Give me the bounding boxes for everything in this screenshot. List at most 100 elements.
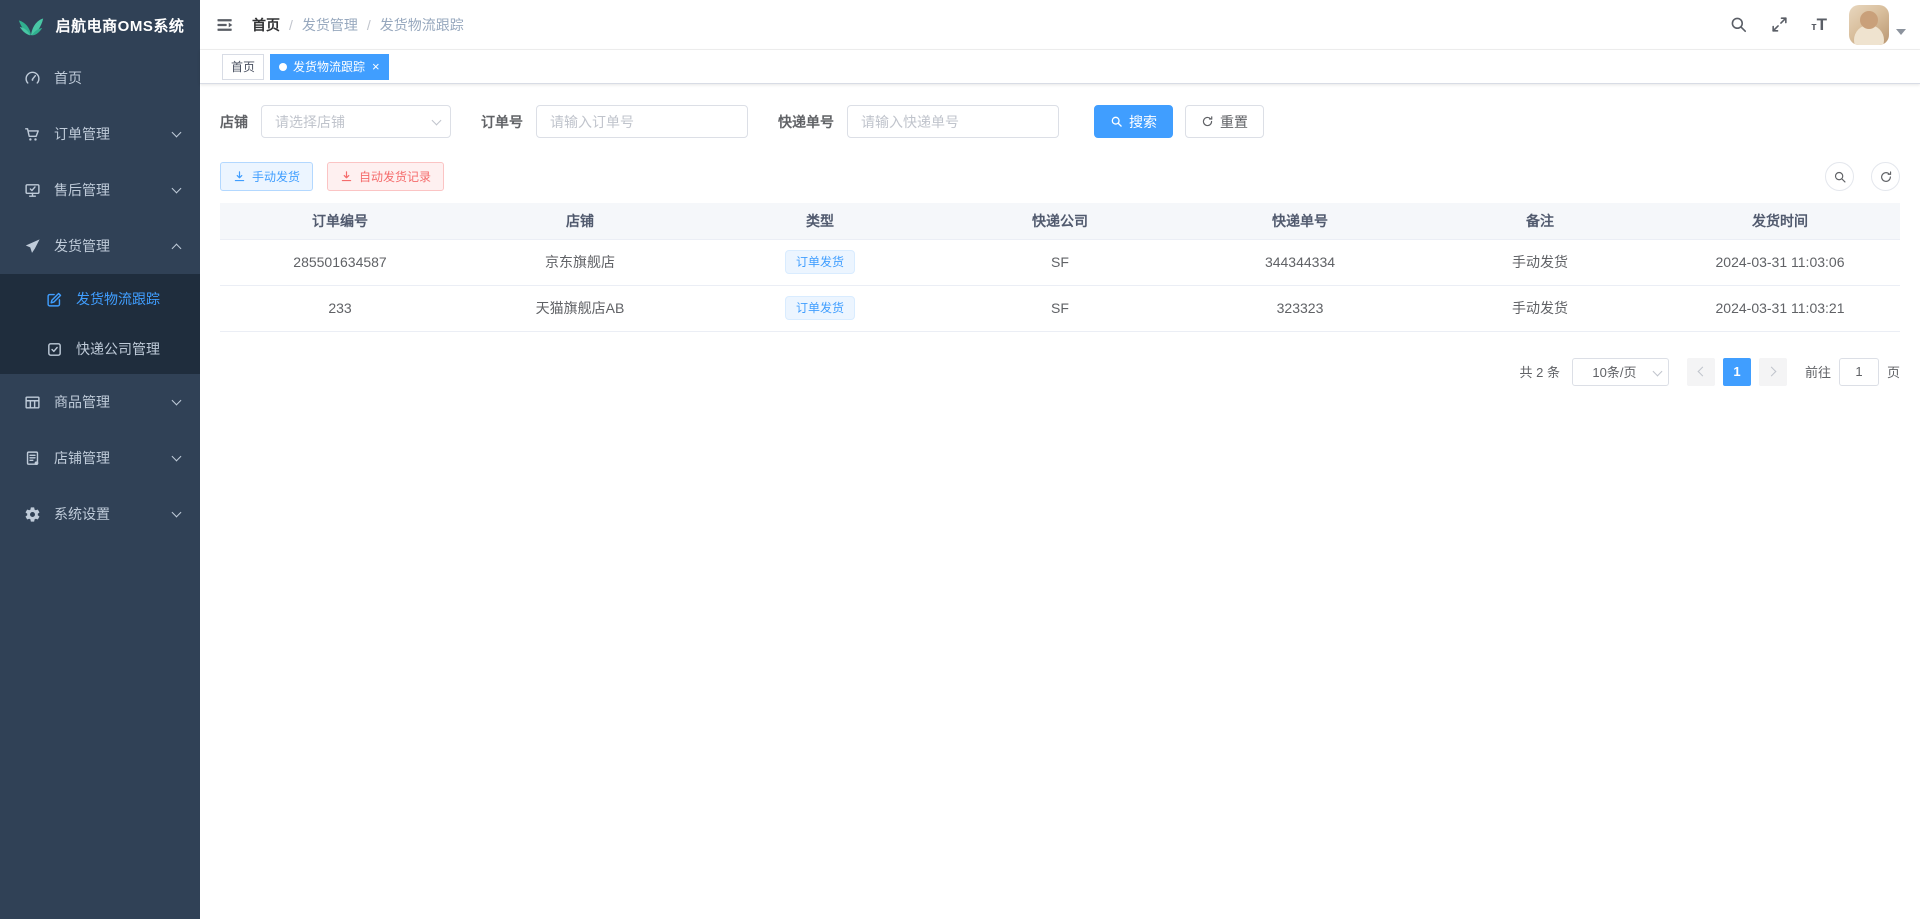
- next-page-button[interactable]: [1759, 358, 1787, 386]
- sidebar-item-courier-company-management[interactable]: 快递公司管理: [0, 324, 200, 374]
- auto-ship-record-button[interactable]: 自动发货记录: [327, 162, 444, 191]
- page-number-1[interactable]: 1: [1723, 358, 1751, 386]
- tag-shipping-logistics-tracking[interactable]: 发货物流跟踪 ×: [270, 54, 389, 80]
- download-icon: [340, 170, 353, 183]
- close-icon[interactable]: ×: [372, 60, 380, 73]
- search-button-label: 搜索: [1129, 112, 1157, 132]
- cell-tracking-no: 344344334: [1180, 239, 1420, 285]
- cell-courier: SF: [940, 285, 1180, 331]
- filter-item-order-no: 订单号: [481, 105, 748, 138]
- chevron-up-icon: [172, 243, 182, 253]
- search-icon[interactable]: [1729, 15, 1748, 34]
- goto-page-input[interactable]: [1839, 358, 1879, 386]
- sidebar-item-shipping[interactable]: 发货管理: [0, 218, 200, 274]
- refresh-icon: [1879, 170, 1893, 184]
- sidebar-item-label: 快递公司管理: [76, 339, 160, 359]
- font-size-icon[interactable]: тT: [1811, 16, 1827, 33]
- sidebar-item-label: 发货物流跟踪: [76, 289, 160, 309]
- breadcrumb-shipping: 发货管理: [302, 15, 358, 35]
- sidebar-item-stores[interactable]: 店铺管理: [0, 430, 200, 486]
- filter-form: 店铺 订单号 快递单号 搜索: [220, 105, 1900, 138]
- manual-ship-button[interactable]: 手动发货: [220, 162, 313, 191]
- breadcrumb-home[interactable]: 首页: [252, 15, 280, 35]
- refresh-icon: [1201, 115, 1214, 128]
- tracking-no-label: 快递单号: [778, 112, 834, 132]
- sidebar-item-aftersale[interactable]: 售后管理: [0, 162, 200, 218]
- main-area: 首页 / 发货管理 / 发货物流跟踪 тT 首页: [200, 0, 1920, 919]
- refresh-table-button[interactable]: [1871, 162, 1900, 191]
- table-row[interactable]: 233 天猫旗舰店AB 订单发货 SF 323323 手动发货 2024-03-…: [220, 285, 1900, 331]
- cell-remark: 手动发货: [1420, 285, 1660, 331]
- sidebar-item-settings[interactable]: 系统设置: [0, 486, 200, 542]
- fullscreen-icon[interactable]: [1770, 15, 1789, 34]
- cell-ship-time: 2024-03-31 11:03:06: [1660, 239, 1900, 285]
- download-icon: [233, 170, 246, 183]
- chevron-left-icon: [1698, 367, 1708, 377]
- chevron-down-icon: [172, 396, 182, 406]
- tags-view-bar: 首页 发货物流跟踪 ×: [200, 50, 1920, 84]
- top-navbar: 首页 / 发货管理 / 发货物流跟踪 тT: [200, 0, 1920, 50]
- sidebar: 启航电商OMS系统 首页 订单管理 售后管理 发货: [0, 0, 200, 919]
- pagination-jumper: 前往 页: [1805, 358, 1900, 386]
- cell-order-no: 233: [220, 285, 460, 331]
- shop-icon: [24, 450, 41, 467]
- col-courier: 快递公司: [940, 203, 1180, 239]
- aftersale-icon: [24, 182, 41, 199]
- sidebar-fold-icon[interactable]: [215, 15, 235, 35]
- avatar[interactable]: [1849, 5, 1889, 45]
- sidebar-item-label: 订单管理: [54, 124, 110, 144]
- tag-home[interactable]: 首页: [222, 54, 264, 80]
- search-button[interactable]: 搜索: [1094, 105, 1173, 138]
- col-ship-time: 发货时间: [1660, 203, 1900, 239]
- page-size-select[interactable]: 10条/页: [1572, 358, 1669, 386]
- shop-select-input[interactable]: [261, 105, 451, 138]
- col-order-no: 订单编号: [220, 203, 460, 239]
- table-header-row: 订单编号 店铺 类型 快递公司 快递单号 备注 发货时间: [220, 203, 1900, 239]
- goto-label: 前往: [1805, 362, 1831, 381]
- prev-page-button[interactable]: [1687, 358, 1715, 386]
- sprout-logo-icon: [16, 12, 46, 38]
- dashboard-icon: [24, 70, 41, 87]
- cell-remark: 手动发货: [1420, 239, 1660, 285]
- sidebar-item-label: 商品管理: [54, 392, 110, 412]
- cell-courier: SF: [940, 239, 1180, 285]
- breadcrumb-current: 发货物流跟踪: [380, 15, 464, 35]
- order-no-label: 订单号: [481, 112, 523, 132]
- cell-ship-time: 2024-03-31 11:03:21: [1660, 285, 1900, 331]
- cart-icon: [24, 126, 41, 143]
- tag-label: 发货物流跟踪: [293, 58, 365, 75]
- pagination-total: 共 2 条: [1520, 362, 1560, 381]
- manual-ship-label: 手动发货: [252, 168, 300, 185]
- page-size-value[interactable]: 10条/页: [1572, 358, 1669, 386]
- edit-icon: [46, 291, 63, 308]
- app-logo[interactable]: 启航电商OMS系统: [0, 0, 200, 50]
- filter-item-tracking-no: 快递单号: [778, 105, 1059, 138]
- sidebar-item-shipping-logistics-tracking[interactable]: 发货物流跟踪: [0, 274, 200, 324]
- chevron-down-icon: [172, 508, 182, 518]
- sidebar-item-label: 店铺管理: [54, 448, 110, 468]
- cell-tracking-no: 323323: [1180, 285, 1420, 331]
- col-type: 类型: [700, 203, 940, 239]
- col-tracking-no: 快递单号: [1180, 203, 1420, 239]
- table-toolbar: 手动发货 自动发货记录: [220, 162, 1900, 191]
- user-menu[interactable]: [1849, 5, 1906, 45]
- sidebar-item-label: 首页: [54, 68, 82, 88]
- shop-label: 店铺: [220, 112, 248, 132]
- tracking-no-input[interactable]: [847, 105, 1059, 138]
- col-shop: 店铺: [460, 203, 700, 239]
- sidebar-item-orders[interactable]: 订单管理: [0, 106, 200, 162]
- type-tag: 订单发货: [785, 296, 855, 321]
- sidebar-item-home[interactable]: 首页: [0, 50, 200, 106]
- sidebar-item-label: 售后管理: [54, 180, 110, 200]
- order-no-input[interactable]: [536, 105, 748, 138]
- breadcrumb: 首页 / 发货管理 / 发货物流跟踪: [252, 15, 464, 35]
- app-title: 启航电商OMS系统: [56, 15, 185, 36]
- sidebar-item-goods[interactable]: 商品管理: [0, 374, 200, 430]
- toggle-search-button[interactable]: [1825, 162, 1854, 191]
- table-tools: [1825, 162, 1900, 191]
- goods-icon: [24, 394, 41, 411]
- shop-select[interactable]: [261, 105, 451, 138]
- chevron-down-icon: [172, 184, 182, 194]
- table-row[interactable]: 285501634587 京东旗舰店 订单发货 SF 344344334 手动发…: [220, 239, 1900, 285]
- reset-button[interactable]: 重置: [1185, 105, 1264, 138]
